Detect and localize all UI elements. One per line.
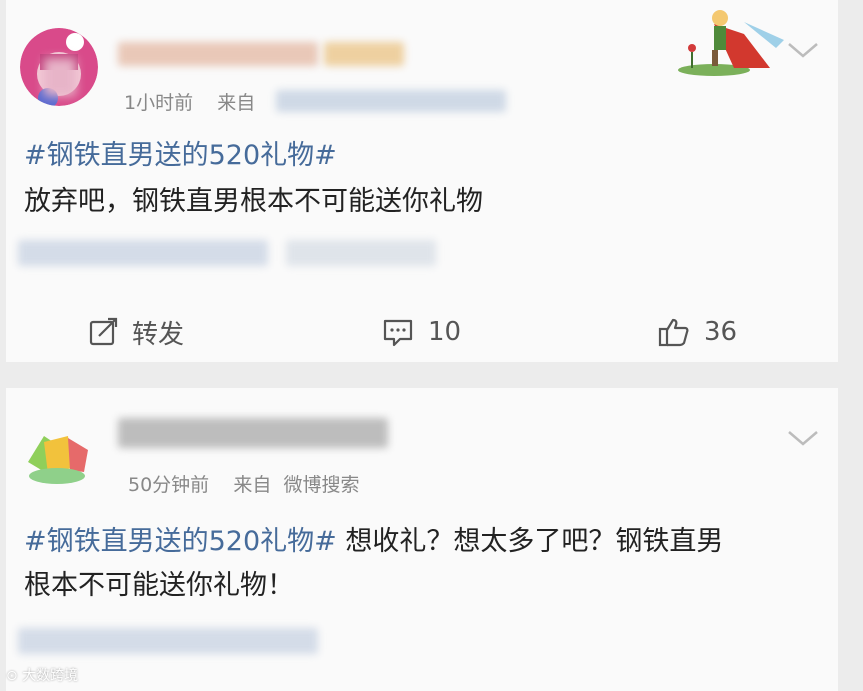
post-text: 放弃吧，钢铁直男根本不可能送你礼物 bbox=[24, 186, 483, 217]
comment-icon bbox=[383, 319, 413, 347]
post-source-prefix: 来自 bbox=[217, 92, 256, 114]
post-source[interactable]: 微博搜索 bbox=[283, 474, 359, 496]
thumbs-up-icon bbox=[658, 318, 689, 347]
username-redacted[interactable] bbox=[118, 418, 388, 448]
avatar-image bbox=[18, 414, 96, 492]
post-source-prefix: 来自 bbox=[233, 474, 272, 496]
post-source-redacted bbox=[276, 90, 506, 112]
chevron-down-icon[interactable] bbox=[786, 40, 820, 60]
repost-label: 转发 bbox=[132, 319, 185, 350]
link-redacted[interactable] bbox=[18, 240, 268, 266]
watermark: ⊙ 大数跨境 bbox=[6, 665, 78, 685]
like-button[interactable]: 36 bbox=[658, 312, 737, 352]
post-hashtag[interactable]: #钢铁直男送的520礼物# bbox=[24, 140, 337, 171]
post-card: 1小时前 来自 #钢铁直男送的520礼物# 放弃吧，钢铁直男根本不可能送你礼物 … bbox=[6, 0, 838, 362]
post-text-line-1: #钢铁直男送的520礼物# 想收礼？想太多了吧？钢铁直男 bbox=[24, 520, 723, 563]
post-text-line-2: 根本不可能送你礼物！ bbox=[24, 570, 294, 601]
like-count: 36 bbox=[704, 317, 738, 347]
comment-button[interactable]: 10 bbox=[382, 312, 461, 352]
watermark-text: 大数跨境 bbox=[22, 668, 79, 684]
little-prince-decoration-icon bbox=[678, 10, 784, 76]
repost-icon bbox=[89, 317, 118, 346]
repost-button[interactable]: 转发 bbox=[88, 312, 184, 352]
post-card: 50分钟前 来自 微博搜索 #钢铁直男送的520礼物# 想收礼？想太多了吧？钢铁… bbox=[6, 388, 838, 691]
link-redacted-extra bbox=[286, 240, 436, 266]
comment-count: 10 bbox=[428, 317, 462, 347]
post-time: 1小时前 bbox=[124, 92, 194, 114]
post-meta: 1小时前 来自 bbox=[124, 88, 255, 115]
user-avatar[interactable] bbox=[20, 28, 98, 106]
watermark-logo-icon: ⊙ bbox=[6, 668, 18, 684]
link-redacted[interactable] bbox=[18, 628, 318, 654]
user-avatar[interactable] bbox=[18, 414, 96, 492]
username-redacted-extra bbox=[324, 42, 404, 66]
post-hashtag-line: #钢铁直男送的520礼物# bbox=[24, 134, 337, 177]
post-hashtag[interactable]: #钢铁直男送的520礼物# bbox=[24, 526, 337, 557]
post-text-part-1: 想收礼？想太多了吧？钢铁直男 bbox=[336, 526, 724, 557]
username-redacted[interactable] bbox=[118, 42, 318, 66]
post-time: 50分钟前 bbox=[128, 474, 210, 496]
chevron-down-icon[interactable] bbox=[786, 428, 820, 448]
post-meta: 50分钟前 来自 微博搜索 bbox=[128, 470, 359, 497]
